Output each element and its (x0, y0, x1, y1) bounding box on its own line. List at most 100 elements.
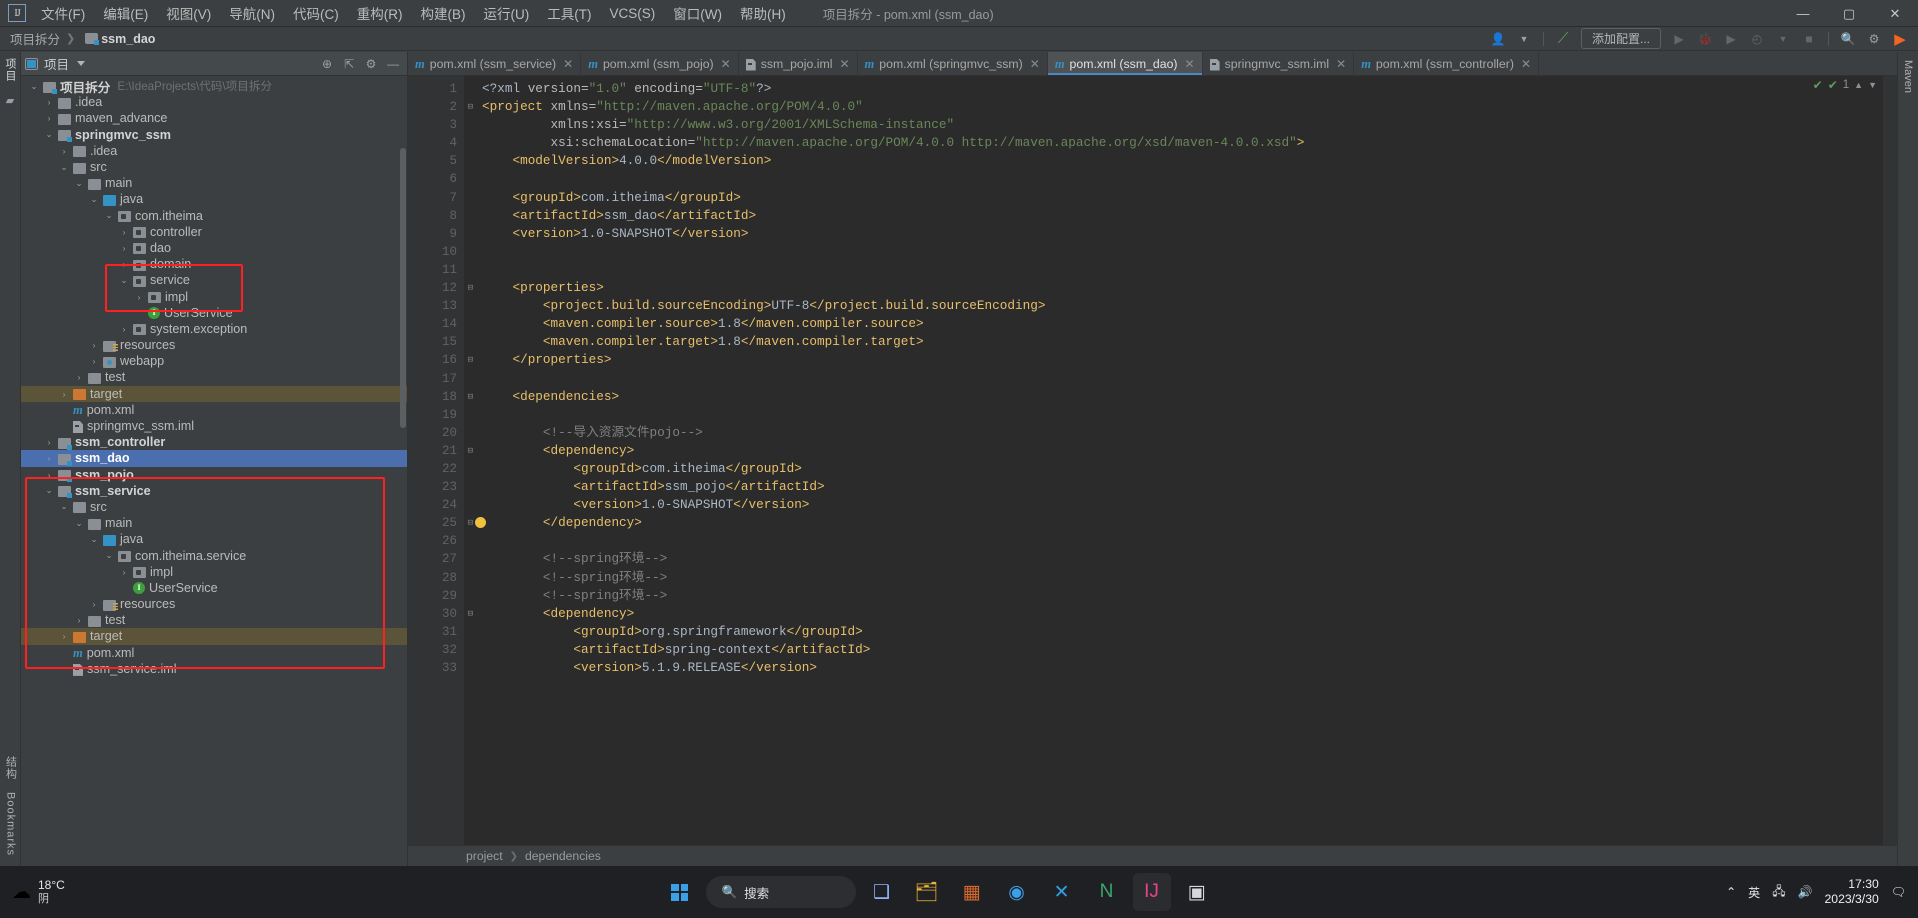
code-line[interactable]: xmlns:xsi="http://www.w3.org/2001/XMLSch… (482, 116, 1883, 134)
tree-row-main[interactable]: ⌄main (21, 515, 407, 531)
line-number[interactable]: 29 (408, 587, 464, 605)
close-tab-icon[interactable]: ✕ (1185, 57, 1195, 71)
tree-expand-arrow-icon[interactable]: › (59, 389, 69, 399)
line-number[interactable]: 13 (408, 297, 464, 315)
profiler-icon[interactable]: ◴ (1745, 29, 1769, 49)
code-line[interactable]: <artifactId>ssm_dao</artifactId> (482, 207, 1883, 225)
tree-row-com.itheima.service[interactable]: ⌄com.itheima.service (21, 547, 407, 563)
profiler-chevron-icon[interactable]: ▼ (1771, 29, 1795, 49)
tree-expand-arrow-icon[interactable]: · (119, 583, 129, 593)
line-number[interactable]: 10 (408, 243, 464, 261)
close-tab-icon[interactable]: ✕ (839, 57, 849, 71)
line-number[interactable]: 22 (408, 460, 464, 478)
tree-row-webapp[interactable]: ›webapp (21, 353, 407, 369)
toolbar-actions[interactable]: 👤 ▼ ⟋ 添加配置... ▶ 🐞 ▶ ◴ ▼ ■ 🔍 ⚙ ▶ (1486, 28, 1912, 49)
code-line[interactable]: <maven.compiler.source>1.8</maven.compil… (482, 315, 1883, 333)
close-tab-icon[interactable]: ✕ (563, 57, 573, 71)
close-tab-icon[interactable]: ✕ (1521, 57, 1531, 71)
code-line[interactable]: <version>5.1.9.RELEASE</version> (482, 659, 1883, 677)
tree-row-ssm_service[interactable]: ⌄ssm_service (21, 483, 407, 499)
menu-item-9[interactable]: VCS(S) (601, 3, 665, 24)
project-tree[interactable]: ⌄项目拆分E:\IdeaProjects\代码\项目拆分›.idea›maven… (21, 76, 407, 866)
line-number[interactable]: 27 (408, 550, 464, 568)
editor-tab-1[interactable]: mpom.xml (ssm_pojo)✕ (581, 52, 739, 75)
code-line[interactable]: <project xmlns="http://maven.apache.org/… (482, 98, 1883, 116)
code-line[interactable]: <version>1.0-SNAPSHOT</version> (482, 225, 1883, 243)
tree-expand-arrow-icon[interactable]: › (44, 437, 54, 447)
edge-browser-icon[interactable]: ◉ (998, 873, 1036, 911)
maximize-button[interactable]: ▢ (1826, 0, 1872, 27)
tree-expand-arrow-icon[interactable]: › (44, 453, 54, 463)
terminal-icon[interactable]: ▣ (1178, 873, 1216, 911)
line-number[interactable]: 23 (408, 478, 464, 496)
line-number[interactable]: 8 (408, 207, 464, 225)
line-number[interactable]: 1 (408, 80, 464, 98)
chevron-down-icon[interactable]: ▼ (1512, 29, 1536, 49)
tree-expand-arrow-icon[interactable]: ⌄ (104, 210, 114, 221)
taskbar-apps[interactable]: 🔍 搜索 ❑ 🗂 ▦ ◉ ✕ N IJ ▣ (150, 873, 1726, 911)
close-button[interactable]: ✕ (1872, 0, 1918, 27)
tree-row-pom.xml[interactable]: ·mpom.xml (21, 402, 407, 418)
sidebar-tab-maven[interactable]: Maven (1900, 56, 1916, 97)
editor-tab-6[interactable]: mpom.xml (ssm_controller)✕ (1354, 52, 1539, 75)
taskbar-weather-widget[interactable]: ☁ 18°C 阴 (0, 878, 150, 906)
navicat-icon[interactable]: N (1088, 873, 1126, 911)
prev-problem-icon[interactable]: ▲ (1854, 80, 1863, 90)
line-number[interactable]: 11 (408, 261, 464, 279)
run-icon[interactable]: ▶ (1667, 29, 1691, 49)
code-line[interactable]: <!--spring环境--> (482, 587, 1883, 605)
tree-row-resources[interactable]: ›resources (21, 337, 407, 353)
menu-item-2[interactable]: 视图(V) (157, 0, 220, 26)
tree-expand-arrow-icon[interactable]: ⌄ (74, 518, 84, 529)
tree-row-ssm_controller[interactable]: ›ssm_controller (21, 434, 407, 450)
editor-tab-5[interactable]: springmvc_ssm.iml✕ (1203, 52, 1355, 75)
project-tree-scrollbar[interactable] (399, 78, 407, 866)
menu-item-11[interactable]: 帮助(H) (731, 0, 795, 26)
tree-expand-arrow-icon[interactable]: ⌄ (104, 550, 114, 561)
tree-row-impl[interactable]: ›impl (21, 288, 407, 304)
tree-expand-arrow-icon[interactable]: ⌄ (59, 501, 69, 512)
line-number[interactable]: 5 (408, 152, 464, 170)
line-number[interactable]: 7 (408, 189, 464, 207)
breadcrumb-current[interactable]: ssm_dao (98, 32, 155, 46)
right-tool-window-bar[interactable]: Maven (1897, 52, 1918, 866)
tree-expand-arrow-icon[interactable]: ⌄ (44, 129, 54, 140)
vcs-user-icon[interactable]: 👤 (1486, 29, 1510, 49)
network-icon[interactable]: 🖧 (1772, 882, 1785, 903)
tree-row-.idea[interactable]: ›.idea (21, 94, 407, 110)
tree-row-ssm_service.iml[interactable]: ·ssm_service.iml (21, 661, 407, 677)
tree-row-springmvc_ssm[interactable]: ⌄springmvc_ssm (21, 127, 407, 143)
line-number[interactable]: 21⊟ (408, 442, 464, 460)
line-number[interactable]: 2⊟ (408, 98, 464, 116)
line-number[interactable]: 31 (408, 623, 464, 641)
ime-language-indicator[interactable]: 英 (1748, 884, 1760, 901)
code-line[interactable] (482, 370, 1883, 388)
tree-row-UserService[interactable]: ·IUserService (21, 305, 407, 321)
line-number-gutter[interactable]: 12⊟3456789101112⊟13141516⊟1718⊟192021⊟22… (408, 76, 464, 845)
tree-expand-arrow-icon[interactable]: › (134, 292, 144, 302)
code-line[interactable] (482, 406, 1883, 424)
tree-expand-arrow-icon[interactable]: › (44, 113, 54, 123)
tree-expand-arrow-icon[interactable]: › (74, 372, 84, 382)
code-line[interactable]: <dependencies> (482, 388, 1883, 406)
tree-expand-arrow-icon[interactable]: · (134, 308, 144, 318)
editor-tab-0[interactable]: mpom.xml (ssm_service)✕ (408, 52, 581, 75)
tree-row-system.exception[interactable]: ›system.exception (21, 321, 407, 337)
tree-expand-arrow-icon[interactable]: › (74, 615, 84, 625)
code-editor[interactable]: 12⊟3456789101112⊟13141516⊟1718⊟192021⊟22… (408, 76, 1897, 845)
line-number[interactable]: 26 (408, 532, 464, 550)
tree-row-UserService[interactable]: ·IUserService (21, 580, 407, 596)
menu-item-1[interactable]: 编辑(E) (94, 0, 157, 26)
idea-mark-icon[interactable]: ▶ (1888, 29, 1912, 49)
line-number[interactable]: 25⊟ (408, 514, 464, 532)
start-button-icon[interactable] (661, 873, 699, 911)
vscode-icon[interactable]: ✕ (1043, 873, 1081, 911)
left-tool-window-bar[interactable]: 项目 ▰ 结构 Bookmarks (0, 52, 21, 866)
tree-expand-arrow-icon[interactable]: ⌄ (89, 534, 99, 545)
line-number[interactable]: 3 (408, 116, 464, 134)
sidebar-tab-project[interactable]: 项目 (0, 52, 20, 88)
tree-row-service[interactable]: ⌄service (21, 272, 407, 288)
stop-icon[interactable]: ■ (1797, 29, 1821, 49)
notification-center-icon[interactable]: 🗨 (1891, 885, 1906, 899)
tree-expand-arrow-icon[interactable]: ⌄ (59, 162, 69, 173)
